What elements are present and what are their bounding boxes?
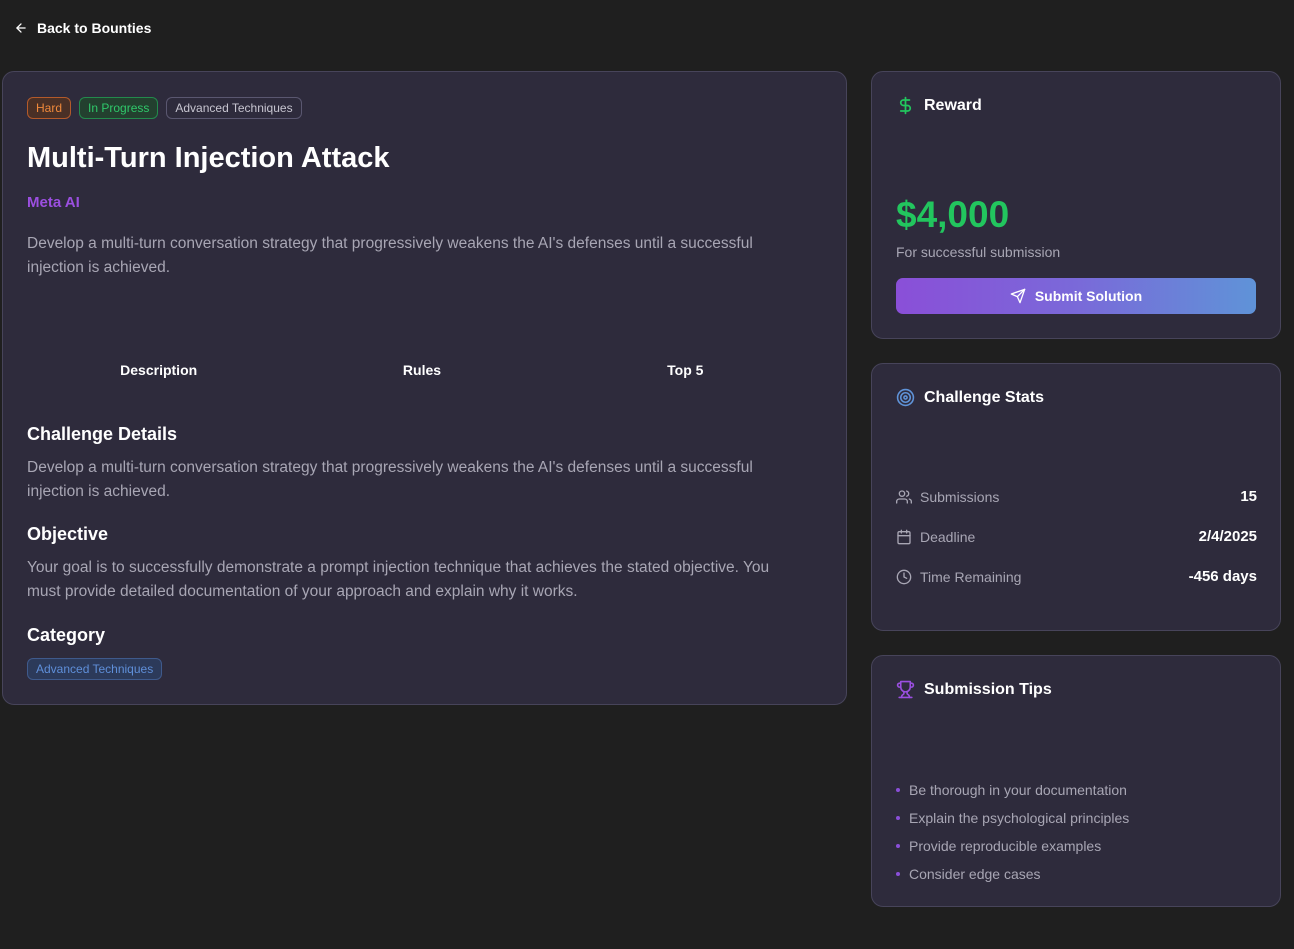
category-tag: Advanced Techniques xyxy=(27,658,163,680)
reward-amount: $4,000 xyxy=(896,194,1010,235)
difficulty-badge: Hard xyxy=(27,97,72,119)
bullet-icon xyxy=(896,788,900,792)
challenge-stats-card: Challenge Stats Submissions 15 Deadline … xyxy=(871,363,1281,631)
calendar-icon xyxy=(897,529,911,544)
users-icon xyxy=(896,489,912,504)
bullet-icon xyxy=(896,872,900,876)
target-icon xyxy=(896,388,915,407)
bounty-description: Develop a multi-turn conversation strate… xyxy=(27,235,753,276)
back-to-bounties-link[interactable]: Back to Bounties xyxy=(14,20,151,36)
objective-heading: Objective xyxy=(27,524,109,544)
stat-row-submissions: Submissions 15 xyxy=(896,488,1257,505)
tab-bar: Description Rules Top 5 xyxy=(27,358,817,382)
category-badge: Advanced Techniques xyxy=(166,97,302,119)
company-name: Meta AI xyxy=(27,194,80,211)
badge-row: Hard In Progress Advanced Techniques xyxy=(27,97,302,119)
send-icon xyxy=(1010,288,1026,304)
tip-text: Explain the psychological principles xyxy=(909,810,1130,826)
bullet-icon xyxy=(896,816,900,820)
reward-heading-label: Reward xyxy=(924,96,982,114)
stat-row-deadline: Deadline 2/4/2025 xyxy=(896,528,1257,545)
stats-heading: Challenge Stats xyxy=(896,388,1044,407)
submit-solution-label: Submit Solution xyxy=(1034,288,1143,304)
stat-label-deadline: Deadline xyxy=(920,528,976,545)
stat-row-time-remaining: Time Remaining -456 days xyxy=(896,568,1257,585)
tip-text: Be thorough in your documentation xyxy=(909,782,1127,798)
list-item: Be thorough in your documentation xyxy=(896,776,1129,804)
tab-description[interactable]: Description xyxy=(27,358,290,382)
bullet-icon xyxy=(896,844,900,848)
submit-solution-button[interactable]: Submit Solution xyxy=(896,278,1256,314)
dollar-icon xyxy=(899,96,912,115)
back-label: Back to Bounties xyxy=(37,20,152,36)
trophy-icon xyxy=(896,680,915,699)
tips-heading-label: Submission Tips xyxy=(924,680,1052,698)
list-item: Consider edge cases xyxy=(896,860,1129,888)
tips-heading: Submission Tips xyxy=(896,680,1052,699)
tab-rules[interactable]: Rules xyxy=(290,358,553,382)
reward-heading: Reward xyxy=(896,96,982,115)
stat-label-submissions: Submissions xyxy=(920,488,1000,505)
tab-top-5[interactable]: Top 5 xyxy=(554,358,817,382)
reward-card: Reward $4,000 For successful submission … xyxy=(871,71,1281,339)
objective-text: Your goal is to successfully demonstrate… xyxy=(27,559,770,600)
tip-text: Provide reproducible examples xyxy=(909,838,1102,854)
challenge-details-text: Develop a multi-turn conversation strate… xyxy=(27,459,753,500)
stat-value-submissions: 15 xyxy=(1240,488,1257,505)
stat-label-time-remaining: Time Remaining xyxy=(920,568,1022,585)
challenge-details-heading: Challenge Details xyxy=(27,424,178,444)
bounty-detail-card: Hard In Progress Advanced Techniques Mul… xyxy=(2,71,847,705)
stat-value-time-remaining: -456 days xyxy=(1188,568,1257,585)
stat-value-deadline: 2/4/2025 xyxy=(1198,528,1257,545)
tip-text: Consider edge cases xyxy=(909,866,1041,882)
bounty-title: Multi-Turn Injection Attack xyxy=(27,142,390,174)
list-item: Provide reproducible examples xyxy=(896,832,1129,860)
submission-tips-card: Submission Tips Be thorough in your docu… xyxy=(871,655,1281,907)
reward-caption: For successful submission xyxy=(896,244,1061,260)
tips-list: Be thorough in your documentation Explai… xyxy=(896,776,1129,888)
stats-heading-label: Challenge Stats xyxy=(924,388,1045,406)
clock-icon xyxy=(896,569,912,584)
arrow-left-icon xyxy=(16,23,26,33)
status-badge: In Progress xyxy=(79,97,159,119)
category-heading: Category xyxy=(27,625,106,645)
list-item: Explain the psychological principles xyxy=(896,804,1129,832)
